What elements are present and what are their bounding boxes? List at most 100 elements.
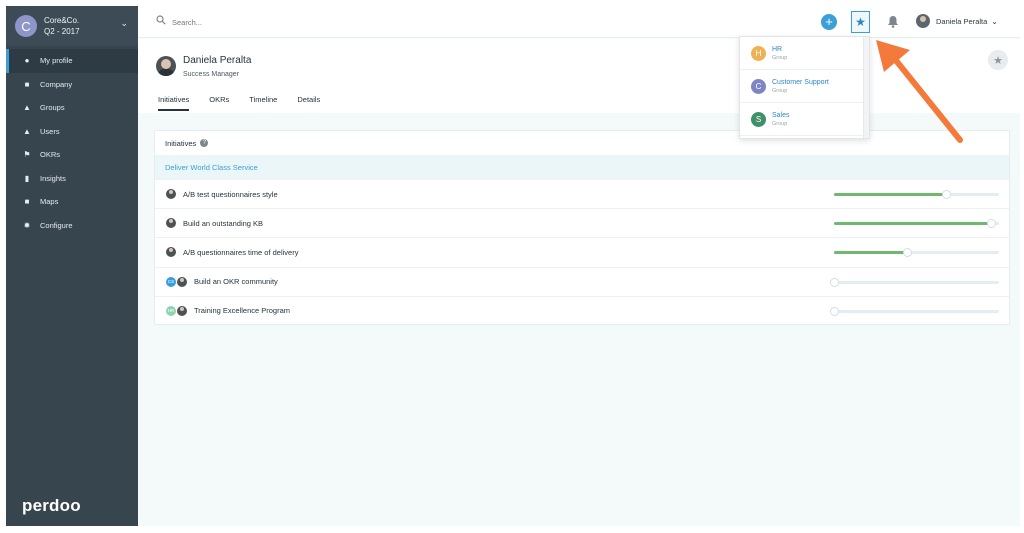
profile-role: Success Manager	[183, 71, 240, 78]
star-icon: ★	[855, 15, 866, 29]
progress-slider[interactable]	[830, 306, 999, 316]
sidebar-item-my-profile[interactable]: ● My profile	[6, 49, 138, 73]
group-avatar: H	[751, 45, 766, 61]
app-window: C Core&Co. Q2 - 2017 ⌄ ● My profile ■ Co…	[6, 6, 1020, 526]
sidebar-item-okrs[interactable]: ⚑ OKRs	[6, 143, 138, 167]
favorite-toggle[interactable]: ★	[988, 50, 1008, 70]
table-row[interactable]: Build an outstanding KB	[155, 208, 1009, 237]
org-switcher[interactable]: C Core&Co. Q2 - 2017 ⌄	[6, 6, 138, 46]
initiative-name: A/B test questionnaires style	[183, 189, 278, 199]
user-icon: ●	[24, 56, 30, 66]
progress-slider[interactable]	[834, 248, 999, 258]
profile-name: Daniela Peralta	[183, 55, 252, 66]
chevron-down-icon: ⌄	[991, 16, 998, 26]
star-icon: ★	[993, 54, 1003, 67]
progress-fill	[834, 222, 991, 226]
org-name: Core&Co.	[44, 16, 80, 25]
favorites-dropdown: H HR Group C Customer Support Group S Sa…	[739, 36, 870, 139]
slider-handle[interactable]	[830, 277, 839, 287]
favorite-name: Sales	[772, 111, 790, 119]
person-icon: ▲	[23, 126, 31, 136]
group-badge: HR	[166, 305, 176, 316]
group-avatar: C	[751, 78, 766, 94]
search-input[interactable]	[172, 15, 372, 29]
progress-slider[interactable]	[830, 277, 999, 287]
favorite-name: Customer Support	[772, 78, 829, 86]
progress-fill	[834, 193, 947, 196]
table-row[interactable]: HR Training Excellence Program	[155, 295, 1009, 325]
tab-initiatives[interactable]: Initiatives	[158, 95, 190, 111]
bell-icon[interactable]	[887, 15, 899, 28]
table-row[interactable]: A/B test questionnaires style	[155, 179, 1009, 208]
table-row[interactable]: A/B questionnaires time of delivery	[155, 237, 1009, 266]
briefcase-icon: ■	[24, 79, 30, 89]
avatar	[916, 14, 930, 28]
annotation-arrow	[876, 40, 963, 143]
profile-avatar	[156, 56, 176, 76]
sidebar-item-configure[interactable]: ✹ Configure	[6, 214, 138, 238]
initiative-name: A/B questionnaires time of delivery	[183, 247, 299, 257]
sidebar-item-label: Configure	[40, 220, 73, 230]
favorite-item-sales[interactable]: S Sales Group	[740, 103, 869, 136]
org-period: Q2 - 2017	[44, 27, 80, 36]
user-name: Daniela Peralta	[936, 16, 988, 26]
sidebar-item-label: Maps	[40, 197, 59, 207]
progress-slider[interactable]	[834, 219, 999, 229]
gear-icon: ✹	[23, 220, 31, 230]
brand-logo[interactable]: perdoo	[22, 496, 81, 516]
flag-icon: ⚑	[23, 150, 31, 160]
tab-okrs[interactable]: OKRs	[209, 95, 229, 111]
sidebar-item-insights[interactable]: ▮ Insights	[6, 167, 138, 191]
table-row[interactable]: CS Build an OKR community	[155, 266, 1009, 296]
avatar	[177, 276, 187, 287]
sidebar-item-label: Groups	[40, 103, 65, 113]
bar-chart-icon: ▮	[24, 173, 30, 183]
progress-slider[interactable]	[834, 190, 999, 199]
favorite-item-customer-support[interactable]: C Customer Support Group	[740, 70, 869, 103]
sidebar-item-company[interactable]: ■ Company	[6, 73, 138, 97]
sidebar: C Core&Co. Q2 - 2017 ⌄ ● My profile ■ Co…	[6, 6, 138, 526]
tab-timeline[interactable]: Timeline	[249, 95, 277, 111]
avatar	[166, 189, 176, 200]
map-icon: ■	[24, 197, 30, 207]
org-avatar: C	[15, 15, 37, 37]
avatar	[177, 305, 187, 316]
initiatives-card: Initiatives ? Deliver World Class Servic…	[154, 130, 1010, 325]
help-icon[interactable]: ?	[200, 139, 209, 147]
avatar	[166, 247, 176, 258]
search-icon	[156, 15, 166, 25]
objective-link[interactable]: Deliver World Class Service	[155, 155, 1009, 179]
sidebar-item-groups[interactable]: ▲ Groups	[6, 96, 138, 120]
initiatives-heading: Initiatives	[165, 138, 197, 148]
sidebar-item-label: OKRs	[40, 150, 61, 160]
sidebar-item-maps[interactable]: ■ Maps	[6, 190, 138, 214]
tab-details[interactable]: Details	[297, 95, 320, 111]
group-avatar: S	[751, 111, 766, 127]
favorite-item-hr[interactable]: H HR Group	[740, 37, 869, 70]
favorite-type: Group	[772, 87, 788, 94]
profile-tabs: Initiatives OKRs Timeline Details	[158, 95, 340, 111]
sidebar-item-label: Insights	[40, 173, 66, 183]
initiative-name: Training Excellence Program	[194, 306, 291, 316]
slider-handle[interactable]	[942, 190, 952, 199]
favorites-button[interactable]: ★	[851, 11, 870, 33]
favorite-type: Group	[772, 120, 788, 127]
favorite-name: HR	[772, 45, 783, 53]
sidebar-item-label: Company	[40, 79, 73, 89]
group-badge: CS	[166, 276, 176, 287]
add-button[interactable]: +	[821, 14, 837, 30]
sidebar-item-label: Users	[40, 126, 60, 136]
user-menu[interactable]: Daniela Peralta ⌄	[916, 14, 998, 28]
favorite-type: Group	[772, 54, 788, 61]
top-bar: + ★ Daniela Peralta ⌄	[138, 6, 1020, 38]
groups-icon: ▲	[23, 103, 31, 113]
sidebar-item-label: My profile	[40, 56, 73, 66]
sidebar-item-users[interactable]: ▲ Users	[6, 120, 138, 144]
slider-handle[interactable]	[902, 248, 912, 258]
chevron-down-icon[interactable]: ⌄	[120, 18, 128, 29]
slider-handle[interactable]	[986, 219, 996, 229]
initiative-name: Build an OKR community	[194, 277, 278, 287]
progress-fill	[834, 251, 907, 255]
initiative-name: Build an outstanding KB	[183, 218, 264, 228]
slider-handle[interactable]	[830, 306, 839, 316]
